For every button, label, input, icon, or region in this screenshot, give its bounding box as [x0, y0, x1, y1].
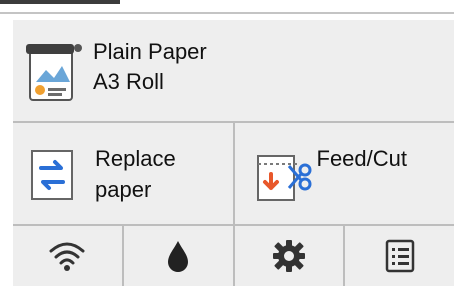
- feed-cut-button[interactable]: Feed/Cut: [235, 123, 454, 224]
- list-icon: [383, 239, 417, 273]
- feed-cut-icon: [256, 150, 315, 202]
- ink-button[interactable]: [124, 226, 235, 286]
- feed-cut-label: Feed/Cut: [316, 146, 408, 171]
- header-strip: [0, 0, 454, 14]
- paper-source-label: A3 Roll: [93, 69, 164, 94]
- media-info-button[interactable]: Plain Paper A3 Roll: [13, 20, 454, 123]
- action-row: Replace paper Feed/Cut: [13, 123, 454, 226]
- settings-button[interactable]: [235, 226, 346, 286]
- replace-paper-button[interactable]: Replace paper: [13, 123, 235, 224]
- roll-paper-icon: [26, 36, 82, 106]
- menu-button[interactable]: [345, 226, 454, 286]
- replace-paper-icon: [31, 150, 77, 202]
- replace-label-line1: Replace: [95, 146, 176, 171]
- gear-icon: [272, 239, 306, 273]
- header-partial: [0, 0, 120, 4]
- wifi-button[interactable]: [13, 226, 124, 286]
- replace-label-line2: paper: [95, 177, 152, 202]
- ink-drop-icon: [166, 239, 190, 273]
- wifi-icon: [47, 239, 87, 273]
- paper-type-label: Plain Paper: [93, 39, 207, 64]
- bottom-bar: [13, 226, 454, 286]
